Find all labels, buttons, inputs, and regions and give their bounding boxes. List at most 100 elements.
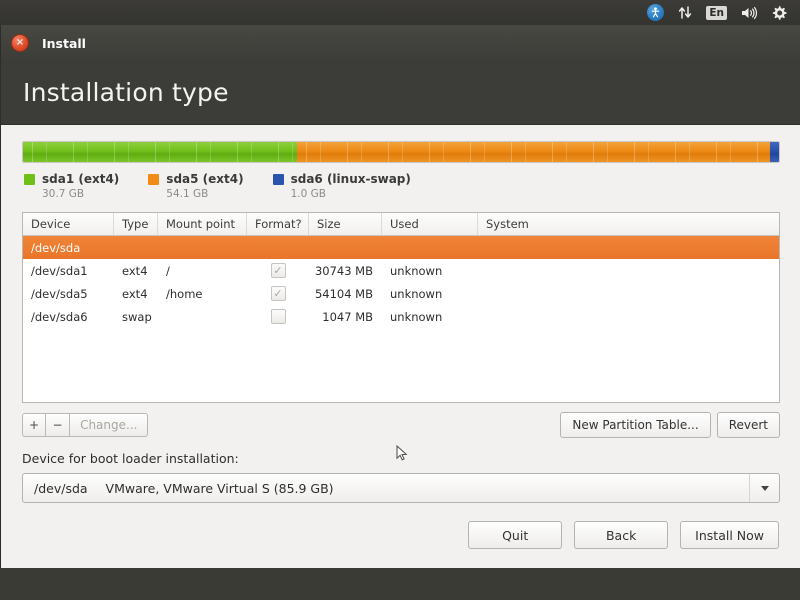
table-row[interactable]: /dev/sda1 ext4 / ✓ 30743 MB unknown xyxy=(23,259,779,282)
partition-bar[interactable] xyxy=(22,141,780,163)
column-header-mount-point[interactable]: Mount point xyxy=(158,213,247,235)
accessibility-icon[interactable] xyxy=(640,0,671,25)
partition-bar-section: sda1 (ext4) 30.7 GB sda5 (ext4) 54.1 GB sda6… xyxy=(22,125,780,200)
legend-size: 1.0 GB xyxy=(290,188,326,200)
install-now-button[interactable]: Install Now xyxy=(680,521,779,549)
column-header-type[interactable]: Type xyxy=(114,213,158,235)
column-header-format[interactable]: Format? xyxy=(247,213,309,235)
cell-device: /dev/sda1 xyxy=(31,263,88,278)
cell-size: 1047 MB xyxy=(322,309,373,324)
partition-segment[interactable] xyxy=(296,142,771,162)
legend-color-swatch xyxy=(272,173,284,185)
legend-size: 30.7 GB xyxy=(42,188,85,200)
network-icon[interactable] xyxy=(671,0,699,25)
window-titlebar: × Install xyxy=(1,25,800,61)
revert-button[interactable]: Revert xyxy=(716,412,780,438)
cell-format: ✓ xyxy=(247,259,309,282)
partition-segment[interactable] xyxy=(769,142,779,162)
cell-used: unknown xyxy=(390,309,443,324)
content-area: sda1 (ext4) 30.7 GB sda5 (ext4) 54.1 GB sda6… xyxy=(1,125,800,567)
cell-size xyxy=(309,236,382,259)
network-arrows-glyph xyxy=(679,6,692,19)
speaker-glyph xyxy=(742,6,757,19)
legend-item: sda6 (linux-swap) 1.0 GB xyxy=(272,172,411,200)
accessibility-circle xyxy=(647,4,665,21)
column-header-device[interactable]: Device xyxy=(23,213,114,235)
cell-used xyxy=(382,236,478,259)
quit-button[interactable]: Quit xyxy=(468,521,563,549)
page-header: Installation type xyxy=(1,61,800,125)
cell-size: 54104 MB xyxy=(314,286,373,301)
partition-table-body: /dev/sda/dev/sda1 ext4 / ✓ 30743 MB unknown/d… xyxy=(23,236,779,328)
partition-table-actions: New Partition Table... Revert xyxy=(560,412,780,438)
cell-device: /dev/sda xyxy=(31,240,81,255)
add-partition-button[interactable]: + xyxy=(22,413,47,437)
boot-loader-label: Device for boot loader installation: xyxy=(22,451,239,466)
screen: En × Install Installation type sda1 (ext… xyxy=(0,0,800,600)
page-title: Installation type xyxy=(23,78,229,107)
cell-format: ✓ xyxy=(247,282,309,305)
column-header-system[interactable]: System xyxy=(478,213,779,235)
cell-format xyxy=(247,305,309,328)
format-checkbox[interactable]: ✓ xyxy=(270,286,286,301)
partition-segment[interactable] xyxy=(23,142,297,162)
keyboard-layout-indicator[interactable]: En xyxy=(699,0,734,25)
checkmark-icon: ✓ xyxy=(273,286,283,300)
partition-edit-group: + − Change... xyxy=(22,413,149,437)
table-row[interactable]: /dev/sda xyxy=(23,236,779,259)
volume-icon[interactable] xyxy=(734,0,764,25)
format-checkbox[interactable]: ✓ xyxy=(270,263,286,278)
legend-size: 54.1 GB xyxy=(166,188,209,200)
boot-loader-description: VMware, VMware Virtual S (85.9 GB) xyxy=(105,480,334,496)
legend-row: sda1 (ext4) xyxy=(24,172,119,186)
cell-type xyxy=(114,236,158,259)
system-settings-icon[interactable] xyxy=(764,0,794,25)
cell-type: ext4 xyxy=(122,263,148,278)
column-header-used[interactable]: Used xyxy=(382,213,478,235)
legend-row: sda5 (ext4) xyxy=(148,172,244,186)
installer-window: × Install Installation type sda1 (ext4) 3… xyxy=(0,25,800,568)
legend-item: sda5 (ext4) 54.1 GB xyxy=(148,172,244,200)
partition-table[interactable]: Device Type Mount point Format? Size Used Syst… xyxy=(22,212,780,403)
boot-loader-device: /dev/sda xyxy=(34,480,88,496)
new-partition-table-button[interactable]: New Partition Table... xyxy=(560,412,711,438)
cell-used: unknown xyxy=(390,286,443,301)
desktop-top-panel: En xyxy=(0,0,800,25)
cell-type: swap xyxy=(122,309,152,324)
cell-device: /dev/sda5 xyxy=(31,286,88,301)
change-partition-button[interactable]: Change... xyxy=(70,413,149,437)
legend-color-swatch xyxy=(148,173,160,185)
format-checkbox[interactable] xyxy=(270,309,286,324)
cell-system xyxy=(478,282,779,305)
cell-system xyxy=(478,236,779,259)
cell-mount-point: /home xyxy=(166,286,203,301)
partition-legend: sda1 (ext4) 30.7 GB sda5 (ext4) 54.1 GB sda6… xyxy=(22,172,779,200)
close-icon[interactable]: × xyxy=(11,34,29,52)
legend-item: sda1 (ext4) 30.7 GB xyxy=(24,172,119,200)
close-glyph: × xyxy=(15,37,25,48)
cell-mount-point: / xyxy=(166,263,170,278)
back-button[interactable]: Back xyxy=(574,521,669,549)
legend-row: sda6 (linux-swap) xyxy=(272,172,411,186)
cell-mount-point xyxy=(158,236,247,259)
cell-system xyxy=(478,259,779,282)
chevron-down-icon[interactable] xyxy=(749,474,779,502)
cell-type: ext4 xyxy=(122,286,148,301)
wizard-actions: Quit Back Install Now xyxy=(468,521,779,549)
column-header-size[interactable]: Size xyxy=(309,213,382,235)
keyboard-layout-label: En xyxy=(706,5,727,20)
window-title: Install xyxy=(42,35,86,51)
table-row[interactable]: /dev/sda6 swap 1047 MB unknown xyxy=(23,305,779,328)
boot-loader-value: /dev/sda VMware, VMware Virtual S (85.9 … xyxy=(23,481,334,496)
checkmark-icon: ✓ xyxy=(273,263,283,277)
table-row[interactable]: /dev/sda5 ext4/home ✓ 54104 MB unknown xyxy=(23,282,779,305)
legend-label: sda6 (linux-swap) xyxy=(290,172,411,186)
cell-format xyxy=(247,236,309,259)
cell-size: 30743 MB xyxy=(314,263,373,278)
legend-label: sda5 (ext4) xyxy=(166,172,244,186)
cell-used: unknown xyxy=(390,263,443,278)
gear-glyph xyxy=(772,5,787,20)
desktop-background xyxy=(0,568,800,600)
boot-loader-select[interactable]: /dev/sda VMware, VMware Virtual S (85.9 … xyxy=(22,473,780,503)
remove-partition-button[interactable]: − xyxy=(46,413,71,437)
